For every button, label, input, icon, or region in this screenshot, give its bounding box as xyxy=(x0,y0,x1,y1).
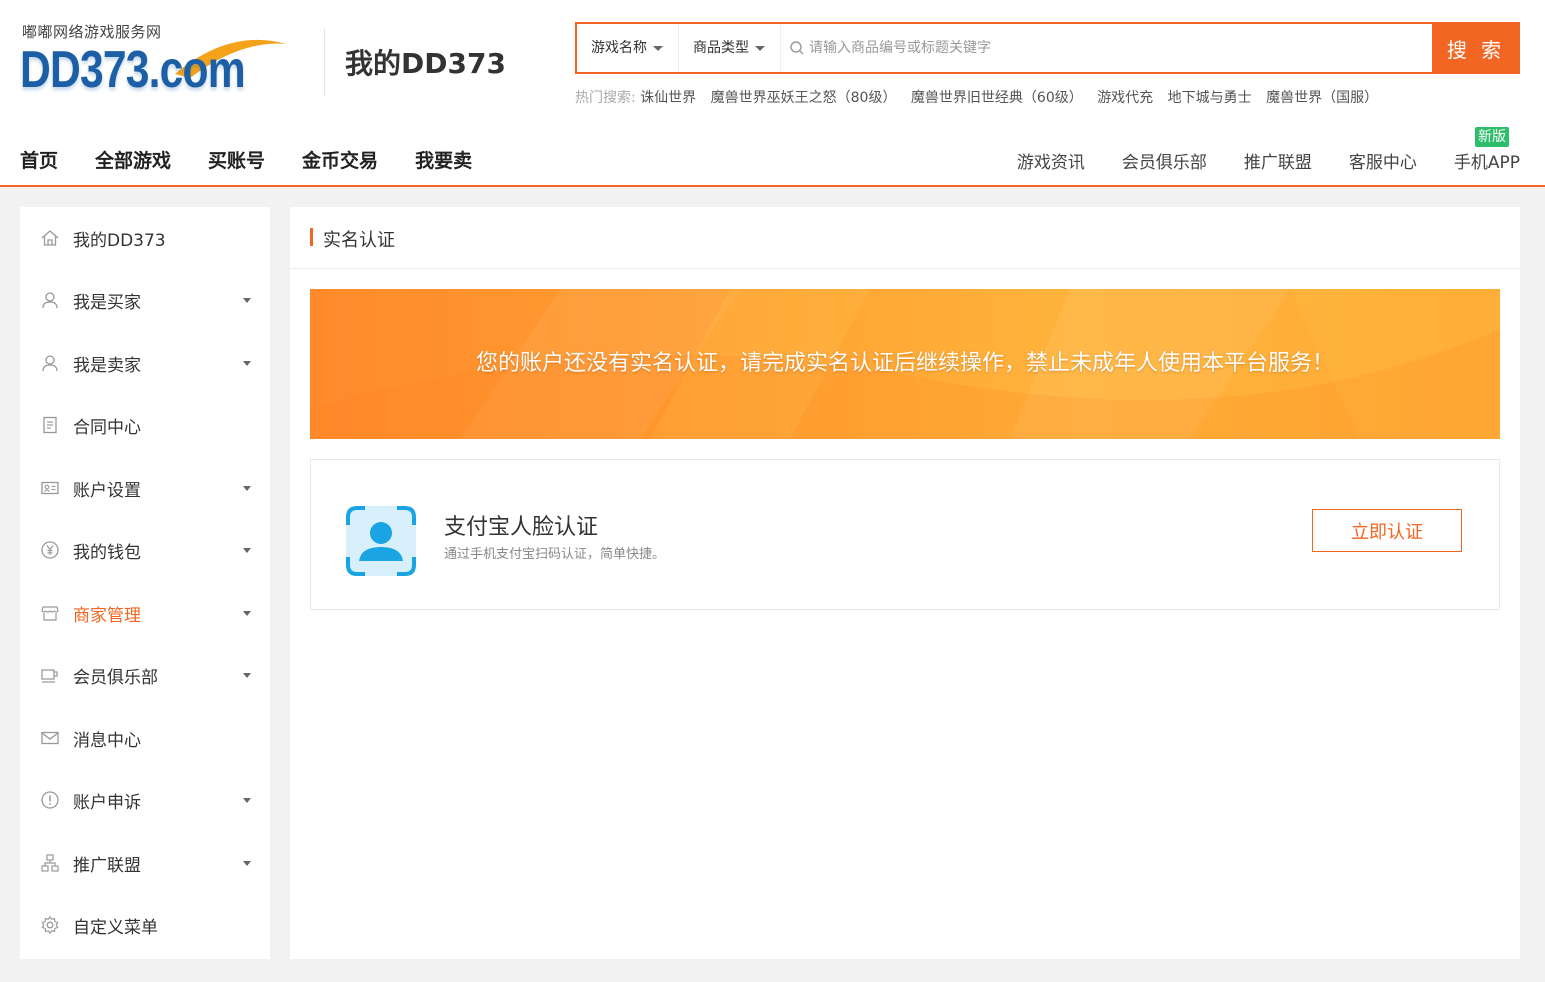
nav-game-news[interactable]: 游戏资讯 xyxy=(1017,148,1085,173)
store-icon xyxy=(41,606,59,621)
chevron-down-icon xyxy=(243,611,251,616)
sidebar-item-affiliate[interactable]: 推广联盟 xyxy=(20,832,270,894)
gear-icon xyxy=(41,915,59,935)
logo-subtitle: 嘟嘟网络游戏服务网 xyxy=(22,23,162,41)
verification-warning-banner: 您的账户还没有实名认证，请完成实名认证后继续操作，禁止未成年人使用本平台服务！ xyxy=(310,289,1500,439)
user-icon xyxy=(42,292,58,309)
sidebar-item-label: 自定义菜单 xyxy=(73,917,158,938)
chevron-down-icon xyxy=(243,548,251,553)
alipay-face-verification-card: 支付宝人脸认证 通过手机支付宝扫码认证，简单快捷。 立即认证 xyxy=(310,459,1500,610)
sidebar-item-custom-menu[interactable]: 自定义菜单 xyxy=(20,894,270,956)
hot-search-item[interactable]: 魔兽世界巫妖王之怒（80级） xyxy=(711,90,897,106)
card-description: 通过手机支付宝扫码认证，简单快捷。 xyxy=(444,547,666,562)
sidebar-item-label: 合同中心 xyxy=(73,417,141,438)
face-scan-icon xyxy=(346,506,416,576)
sidebar-item-label: 账户设置 xyxy=(73,480,141,501)
search-icon xyxy=(790,41,804,55)
product-type-dropdown-label: 商品类型 xyxy=(693,40,749,56)
sidebar-item-label: 我的钱包 xyxy=(73,542,141,563)
title-accent-bar xyxy=(310,228,313,246)
sidebar-item-seller[interactable]: 我是卖家 xyxy=(20,332,270,394)
site-header: 嘟嘟网络游戏服务网 DD373.com 我的DD373 游戏名称 商品类型 搜 … xyxy=(0,0,1545,187)
game-name-dropdown[interactable]: 游戏名称 xyxy=(577,24,679,72)
nav-mobile-app[interactable]: 手机APP xyxy=(1454,148,1520,173)
sidebar-item-appeal[interactable]: 账户申诉 xyxy=(20,769,270,831)
page-heading: 我的DD373 xyxy=(345,47,506,80)
section-header: 实名认证 xyxy=(290,207,1520,269)
chevron-down-icon xyxy=(243,673,251,678)
hot-search-label: 热门搜索: xyxy=(575,90,636,106)
alert-icon xyxy=(41,791,59,809)
sidebar-item-label: 我是买家 xyxy=(73,292,141,313)
nav-buy-account[interactable]: 买账号 xyxy=(208,146,265,173)
sidebar-item-contracts[interactable]: 合同中心 xyxy=(20,394,270,456)
site-logo[interactable]: 嘟嘟网络游戏服务网 DD373.com xyxy=(20,18,290,118)
mail-icon xyxy=(41,731,59,745)
sidebar-item-label: 推广联盟 xyxy=(73,855,141,876)
secondary-nav: 游戏资讯 会员俱乐部 推广联盟 客服中心 手机APP xyxy=(980,148,1520,173)
sidebar-item-label: 商家管理 xyxy=(73,605,141,626)
new-version-badge: 新版 xyxy=(1475,127,1509,147)
header-divider xyxy=(324,28,325,96)
document-icon xyxy=(43,416,57,434)
hot-search-item[interactable]: 游戏代充 xyxy=(1097,90,1153,106)
cup-icon xyxy=(41,669,58,683)
nav-home[interactable]: 首页 xyxy=(20,146,58,173)
banner-text: 您的账户还没有实名认证，请完成实名认证后继续操作，禁止未成年人使用本平台服务！ xyxy=(475,351,1334,376)
id-card-icon xyxy=(41,481,59,495)
hot-search-item[interactable]: 魔兽世界（国服） xyxy=(1266,90,1378,106)
sidebar-item-label: 我是卖家 xyxy=(73,355,141,376)
chevron-down-icon xyxy=(243,861,251,866)
nav-affiliate[interactable]: 推广联盟 xyxy=(1244,148,1312,173)
hot-search-item[interactable]: 魔兽世界旧世经典（60级） xyxy=(911,90,1083,106)
sidebar-item-buyer[interactable]: 我是买家 xyxy=(20,269,270,331)
sidebar-item-messages[interactable]: 消息中心 xyxy=(20,707,270,769)
nav-sell[interactable]: 我要卖 xyxy=(415,146,472,173)
search-bar: 游戏名称 商品类型 搜 索 xyxy=(575,22,1520,74)
product-type-dropdown[interactable]: 商品类型 xyxy=(679,24,781,72)
nav-member-club[interactable]: 会员俱乐部 xyxy=(1122,148,1207,173)
main-content: 实名认证 您的账户还没有实名认证，请完成实名认证后继续操作，禁止未成年人使用本平… xyxy=(290,207,1520,959)
sidebar: 我的DD373 我是买家 我是卖家 合同中心 账户设置 我的钱包 商家管理 会员… xyxy=(20,207,270,959)
main-nav: 首页 全部游戏 买账号 金币交易 我要卖 xyxy=(20,146,509,173)
chevron-down-icon xyxy=(755,45,765,51)
nav-customer-service[interactable]: 客服中心 xyxy=(1349,148,1417,173)
hot-search-item[interactable]: 诛仙世界 xyxy=(640,90,696,106)
sidebar-item-member-club[interactable]: 会员俱乐部 xyxy=(20,644,270,706)
nav-gold-trade[interactable]: 金币交易 xyxy=(302,146,378,173)
sidebar-item-label: 我的DD373 xyxy=(73,230,166,251)
section-title: 实名认证 xyxy=(323,230,395,251)
sidebar-item-label: 消息中心 xyxy=(73,730,141,751)
yen-icon xyxy=(41,541,59,559)
chevron-down-icon xyxy=(243,361,251,366)
nav-all-games[interactable]: 全部游戏 xyxy=(95,146,171,173)
sidebar-item-wallet[interactable]: 我的钱包 xyxy=(20,519,270,581)
network-icon xyxy=(41,854,59,872)
chevron-down-icon xyxy=(653,45,663,51)
hot-search: 热门搜索: 诛仙世界 魔兽世界巫妖王之怒（80级） 魔兽世界旧世经典（60级） … xyxy=(575,87,1388,107)
chevron-down-icon xyxy=(243,298,251,303)
card-title: 支付宝人脸认证 xyxy=(444,515,599,540)
sidebar-item-account-settings[interactable]: 账户设置 xyxy=(20,457,270,519)
search-button[interactable]: 搜 索 xyxy=(1432,22,1520,74)
sidebar-item-label: 账户申诉 xyxy=(73,792,141,813)
sidebar-item-label: 会员俱乐部 xyxy=(73,667,158,688)
game-name-dropdown-label: 游戏名称 xyxy=(591,40,647,56)
sidebar-item-my-dd373[interactable]: 我的DD373 xyxy=(20,207,270,269)
sidebar-item-merchant[interactable]: 商家管理 xyxy=(20,582,270,644)
home-icon xyxy=(41,230,59,246)
verify-now-button[interactable]: 立即认证 xyxy=(1312,509,1462,552)
search-input[interactable] xyxy=(809,32,1429,64)
chevron-down-icon xyxy=(243,798,251,803)
hot-search-item[interactable]: 地下城与勇士 xyxy=(1168,90,1252,106)
logo-text: DD373.com xyxy=(20,41,246,99)
chevron-down-icon xyxy=(243,486,251,491)
user-icon xyxy=(42,355,58,372)
